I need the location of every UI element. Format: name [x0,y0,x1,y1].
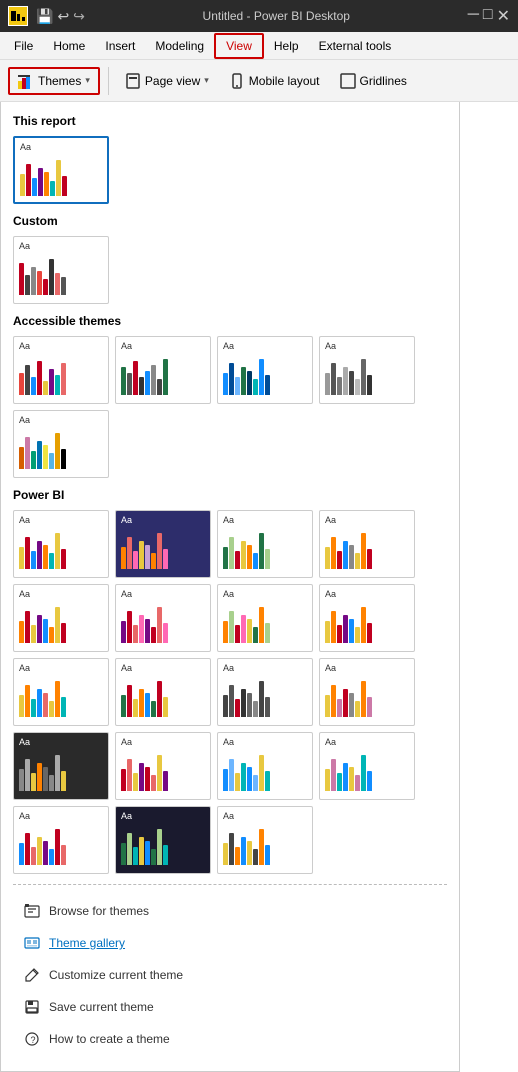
menu-modeling[interactable]: Modeling [145,35,214,57]
theme-card-pbi-13[interactable]: Aa [13,732,109,800]
title-bar: 💾 ↩ ↪ Untitled - Power BI Desktop ─ □ ✕ [0,0,518,32]
theme-card-custom[interactable]: Aa [13,236,109,304]
power-bi-grid: Aa Aa [13,510,447,874]
theme-card-pbi-18[interactable]: Aa [115,806,211,874]
theme-card-pbi-10[interactable]: Aa [115,658,211,726]
customize-theme-item[interactable]: Customize current theme [13,959,447,991]
mobile-layout-button[interactable]: Mobile layout [221,69,328,93]
this-report-grid: Aa [13,136,447,204]
theme-card-accessible-5[interactable]: Aa [13,410,109,478]
mobile-layout-icon [229,73,245,89]
undo-button[interactable]: ↩ [57,8,69,25]
theme-card-pbi-6[interactable]: Aa [115,584,211,652]
redo-button[interactable]: ↪ [73,8,85,25]
theme-card-accessible-2[interactable]: Aa [115,336,211,404]
window-controls: ─ □ ✕ [468,6,510,26]
customize-theme-label: Customize current theme [49,968,183,982]
theme-card-accessible-3[interactable]: Aa [217,336,313,404]
gridlines-icon [340,73,356,89]
gridlines-button[interactable]: Gridlines [332,69,415,93]
window-title: Untitled - Power BI Desktop [203,9,350,23]
theme-card-pbi-9[interactable]: Aa [13,658,109,726]
how-to-create-theme-item[interactable]: ? How to create a theme [13,1023,447,1055]
svg-text:?: ? [31,1035,36,1045]
custom-grid: Aa [13,236,447,304]
panel-divider [13,884,447,885]
power-bi-section-title: Power BI [13,488,447,502]
menu-view[interactable]: View [214,33,264,59]
this-report-section-title: This report [13,114,447,128]
save-button[interactable]: 💾 [36,8,53,25]
theme-card-pbi-8[interactable]: Aa [319,584,415,652]
menu-bar: File Home Insert Modeling View Help Exte… [0,32,518,60]
theme-card-pbi-4[interactable]: Aa [319,510,415,578]
accessible-themes-grid: Aa Aa [13,336,447,478]
themes-label: Themes [38,74,81,88]
theme-card-this-report[interactable]: Aa [13,136,109,204]
themes-panel: This report Aa Custom Aa [0,102,460,1072]
page-view-button[interactable]: Page view ▾ [117,69,217,93]
ribbon-sep-1 [108,67,109,95]
theme-card-pbi-1[interactable]: Aa [13,510,109,578]
theme-card-accessible-4[interactable]: Aa [319,336,415,404]
theme-gallery-item[interactable]: Theme gallery [13,927,447,959]
menu-help[interactable]: Help [264,35,309,57]
menu-insert[interactable]: Insert [95,35,145,57]
save-theme-label: Save current theme [49,1000,154,1014]
menu-external-tools[interactable]: External tools [309,35,402,57]
theme-card-pbi-2[interactable]: Aa [115,510,211,578]
save-theme-icon [23,998,41,1016]
accessible-themes-section-title: Accessible themes [13,314,447,328]
menu-file[interactable]: File [4,35,43,57]
custom-section-title: Custom [13,214,447,228]
theme-card-pbi-5[interactable]: Aa [13,584,109,652]
theme-card-pbi-12[interactable]: Aa [319,658,415,726]
ribbon: Themes ▾ Page view ▾ Mobile layout Gridl… [0,60,518,102]
browse-themes-label: Browse for themes [49,904,149,918]
how-to-create-theme-label: How to create a theme [49,1032,170,1046]
page-view-icon [125,73,141,89]
theme-card-pbi-19[interactable]: Aa [217,806,313,874]
theme-gallery-label: Theme gallery [49,936,125,950]
app-icon [8,6,28,26]
theme-card-pbi-14[interactable]: Aa [115,732,211,800]
menu-home[interactable]: Home [43,35,95,57]
theme-card-pbi-7[interactable]: Aa [217,584,313,652]
themes-chevron: ▾ [85,75,90,86]
theme-card-pbi-11[interactable]: Aa [217,658,313,726]
theme-gallery-icon [23,934,41,952]
themes-button[interactable]: Themes ▾ [8,67,100,95]
save-theme-item[interactable]: Save current theme [13,991,447,1023]
undo-redo-group: 💾 ↩ ↪ [36,8,85,25]
theme-card-pbi-3[interactable]: Aa [217,510,313,578]
theme-card-accessible-1[interactable]: Aa [13,336,109,404]
theme-card-pbi-15[interactable]: Aa [217,732,313,800]
theme-card-pbi-17[interactable]: Aa [13,806,109,874]
how-to-create-theme-icon: ? [23,1030,41,1048]
browse-themes-icon [23,902,41,920]
page-view-chevron: ▾ [204,75,209,86]
customize-theme-icon [23,966,41,984]
themes-icon [18,73,34,89]
theme-card-pbi-16[interactable]: Aa [319,732,415,800]
bottom-menu: Browse for themes Theme gallery Custom [13,891,447,1059]
browse-themes-item[interactable]: Browse for themes [13,895,447,927]
